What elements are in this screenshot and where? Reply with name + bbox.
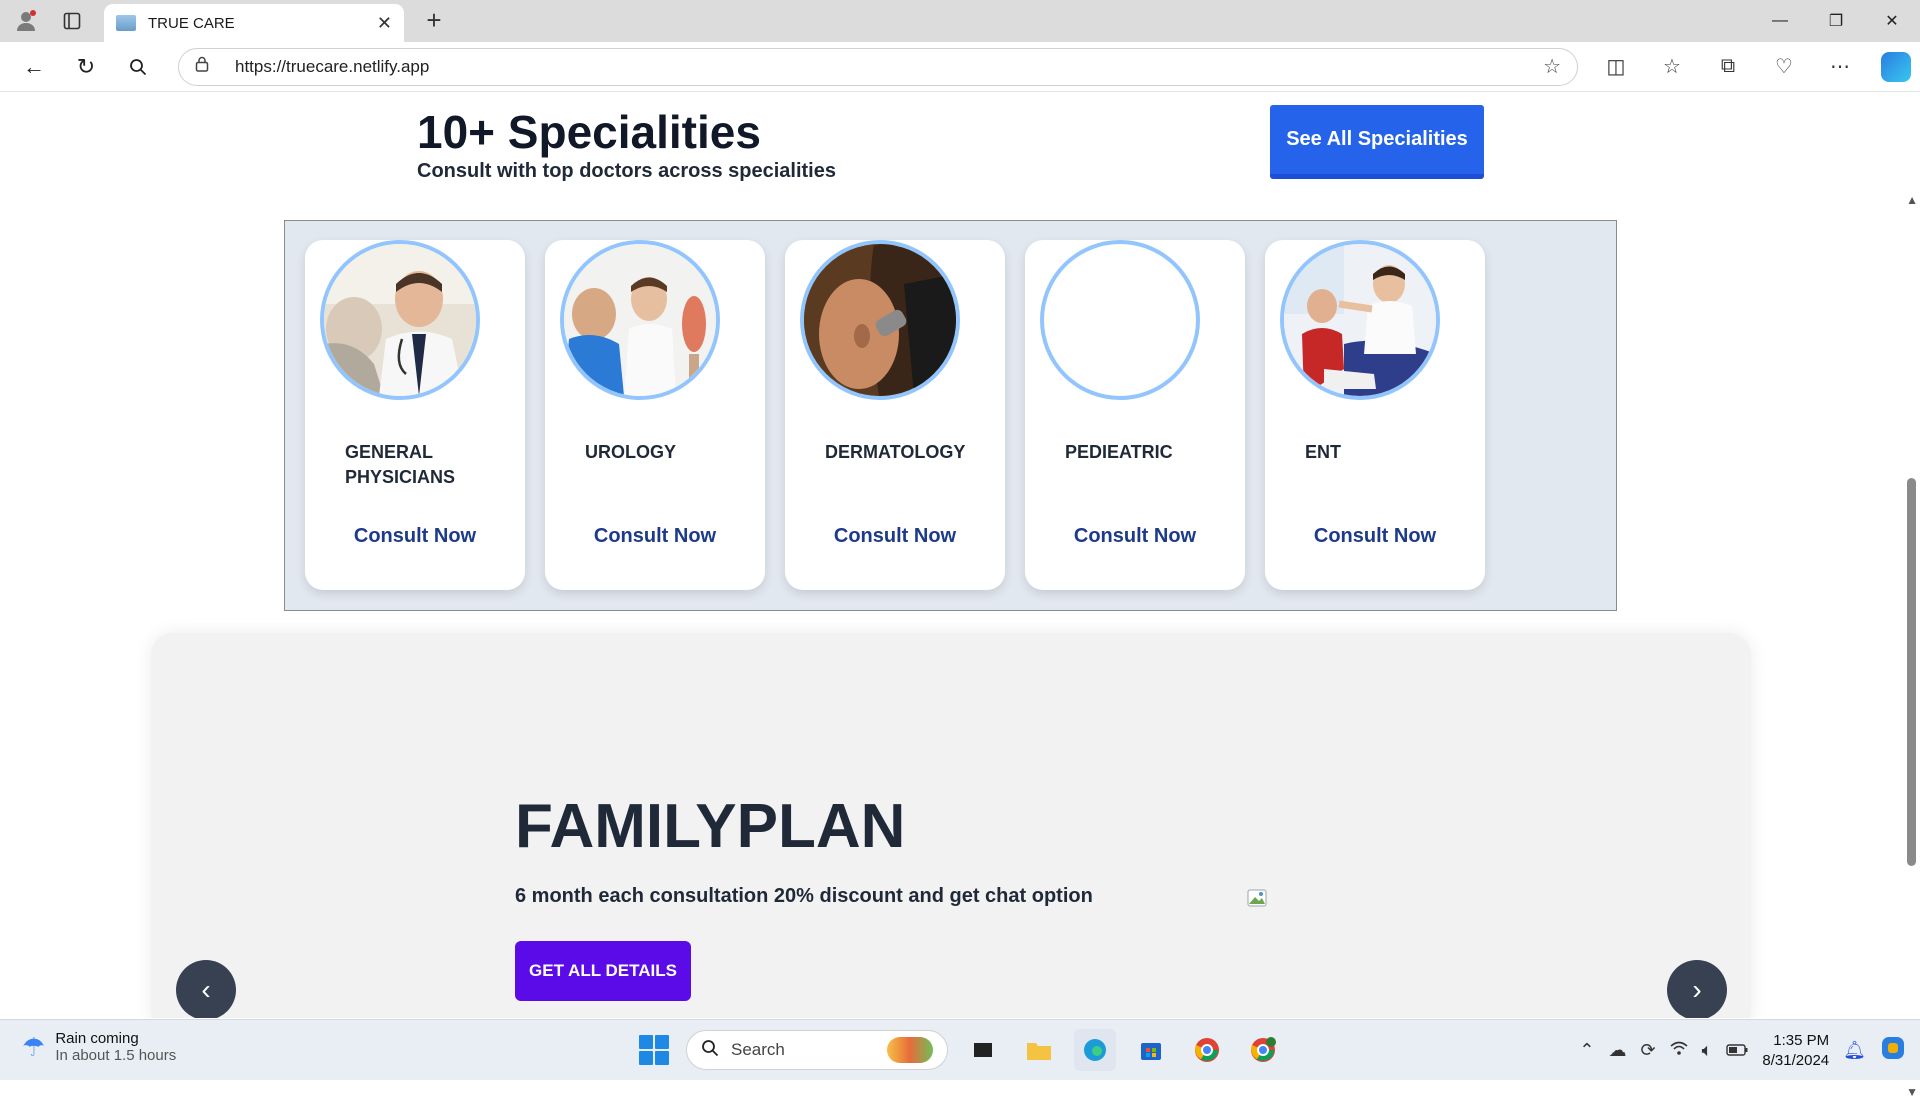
collections-icon[interactable]: ⧉ (1710, 49, 1746, 85)
system-tray: ⌃ ☁ ⟳ 🔈︎ 1:35 PM 8/31/2024 🔔︎ (1579, 1020, 1920, 1081)
edge-icon[interactable] (1074, 1029, 1116, 1071)
speciality-card-pediatric[interactable]: PEDIEATRIC Consult Now (1025, 240, 1245, 590)
new-tab-icon[interactable]: + (420, 5, 448, 36)
speciality-card-general-physicians[interactable]: GENERAL PHYSICIANS Consult Now (305, 240, 525, 590)
browser-titlebar: TRUE CARE ✕ + — ❐ ✕ (0, 0, 1920, 42)
consult-now-link[interactable]: Consult Now (305, 525, 525, 548)
clock-date: 8/31/2024 (1762, 1051, 1830, 1069)
split-screen-icon[interactable]: ◫ (1598, 49, 1634, 85)
clock[interactable]: 1:35 PM 8/31/2024 (1762, 1031, 1829, 1071)
weather-subtitle: In about 1.5 hours (55, 1047, 177, 1064)
carousel-prev-button[interactable]: ‹ (176, 960, 236, 1018)
volume-icon[interactable]: 🔈︎ (1702, 1040, 1713, 1061)
notification-bell-icon[interactable]: 🔔︎ (1843, 1040, 1866, 1061)
chrome-icon[interactable] (1186, 1029, 1228, 1071)
get-all-details-button[interactable]: GET ALL DETAILS (515, 941, 691, 1001)
browser-essentials-icon[interactable]: ♡ (1766, 49, 1802, 85)
taskbar-search-placeholder: Search (731, 1040, 785, 1059)
family-plan-carousel: FAMILYPLAN 6 month each consultation 20%… (151, 633, 1751, 1018)
profile-icon[interactable] (12, 7, 40, 35)
consult-now-link[interactable]: Consult Now (785, 525, 1005, 548)
favorites-icon[interactable]: ☆ (1654, 49, 1690, 85)
wifi-icon[interactable] (1670, 1040, 1688, 1061)
scrollbar-thumb[interactable] (1907, 478, 1916, 866)
umbrella-icon: ☂ (22, 1031, 46, 1062)
carousel-next-button[interactable]: › (1667, 960, 1727, 1018)
plan-description: 6 month each consultation 20% discount a… (515, 885, 1093, 907)
plan-title: FAMILYPLAN (515, 792, 906, 861)
onedrive-icon[interactable]: ☁ (1609, 1040, 1627, 1061)
speciality-card-dermatology[interactable]: DERMATOLOGY Consult Now (785, 240, 1005, 590)
chrome-profile-icon[interactable] (1242, 1029, 1284, 1071)
speciality-card-ent[interactable]: ENT Consult Now (1265, 240, 1485, 590)
restore-icon[interactable]: ❐ (1808, 0, 1864, 42)
consult-now-link[interactable]: Consult Now (545, 525, 765, 548)
search-icon[interactable] (120, 49, 156, 85)
lock-icon[interactable] (195, 56, 219, 77)
file-explorer-icon[interactable] (1018, 1029, 1060, 1071)
address-bar: ← ↻ https://truecare.netlify.app ☆ ◫ ☆ ⧉… (0, 42, 1920, 92)
speciality-name: DERMATOLOGY (825, 442, 966, 462)
clock-time: 1:35 PM (1773, 1031, 1830, 1049)
favorite-star-icon[interactable]: ☆ (1543, 54, 1561, 79)
scroll-down-icon[interactable]: ▼ (1906, 1085, 1918, 1099)
broken-image-icon (1247, 889, 1267, 907)
specialities-card-list: GENERAL PHYSICIANS Consult Now UROLOGY C… (284, 220, 1617, 611)
more-menu-icon[interactable]: ⋯ (1822, 49, 1858, 85)
dermatology-image (800, 240, 960, 400)
page-scrollbar[interactable]: ▲ ▼ (1902, 93, 1920, 1099)
speciality-name: GENERAL PHYSICIANS (345, 442, 456, 487)
taskbar-search-icon (701, 1039, 719, 1062)
close-tab-icon[interactable]: ✕ (377, 13, 392, 34)
start-menu-icon[interactable] (636, 1032, 672, 1068)
taskbar-search-input[interactable]: Search (686, 1030, 948, 1070)
task-view-icon[interactable] (962, 1029, 1004, 1071)
store-icon[interactable] (1130, 1029, 1172, 1071)
chevron-up-icon[interactable]: ⌃ (1579, 1040, 1594, 1061)
minimize-icon[interactable]: — (1752, 0, 1808, 42)
tab-favicon-icon (116, 15, 136, 31)
consult-now-link[interactable]: Consult Now (1025, 525, 1245, 548)
weather-widget[interactable]: ☂ Rain coming In about 1.5 hours (22, 1030, 176, 1064)
speciality-card-urology[interactable]: UROLOGY Consult Now (545, 240, 765, 590)
consult-now-link[interactable]: Consult Now (1265, 525, 1485, 548)
page-content: 10+ Specialities Consult with top doctor… (0, 93, 1920, 1018)
ent-image (1280, 240, 1440, 400)
weather-title: Rain coming (55, 1030, 139, 1047)
specialities-subtitle: Consult with top doctors across speciali… (417, 160, 836, 182)
urology-image (560, 240, 720, 400)
copilot-icon[interactable] (1878, 49, 1914, 85)
refresh-icon[interactable]: ↻ (68, 49, 104, 85)
battery-icon[interactable] (1726, 1040, 1748, 1061)
speciality-name: PEDIEATRIC (1065, 442, 1173, 462)
url-text[interactable]: https://truecare.netlify.app (235, 57, 1543, 77)
pediatric-image-placeholder (1040, 240, 1200, 400)
url-field[interactable]: https://truecare.netlify.app ☆ (178, 47, 1578, 86)
speciality-name: UROLOGY (585, 442, 677, 462)
tab-actions-icon[interactable] (58, 7, 86, 35)
copilot-taskbar-icon[interactable] (1880, 1035, 1906, 1066)
general-physician-image (320, 240, 480, 400)
tab-title: TRUE CARE (148, 14, 235, 32)
specialities-title: 10+ Specialities (417, 106, 761, 158)
close-window-icon[interactable]: ✕ (1864, 0, 1920, 42)
scroll-up-icon[interactable]: ▲ (1906, 193, 1918, 207)
browser-tab[interactable]: TRUE CARE ✕ (104, 4, 404, 42)
sync-icon[interactable]: ⟳ (1641, 1040, 1656, 1061)
window-controls: — ❐ ✕ (1752, 0, 1920, 42)
back-icon[interactable]: ← (16, 49, 52, 85)
see-all-specialities-button[interactable]: See All Specialities (1270, 105, 1484, 179)
windows-taskbar: ☂ Rain coming In about 1.5 hours Search … (0, 1019, 1920, 1080)
speciality-name: ENT (1305, 442, 1341, 462)
search-highlight-icon (887, 1037, 933, 1063)
